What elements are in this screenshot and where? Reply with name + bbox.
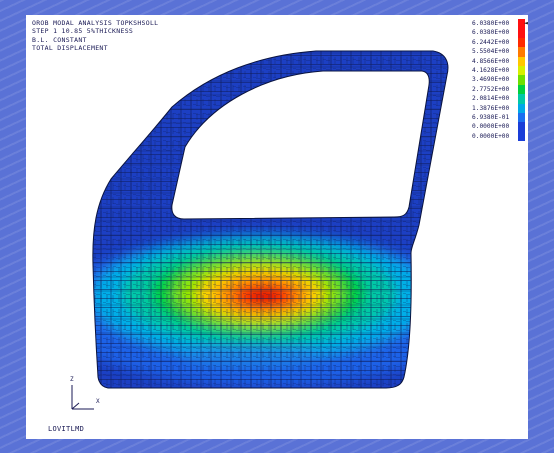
footer-label: LOVITLMD (48, 425, 85, 433)
axis-triad-icon (71, 385, 94, 410)
axis-x-label: X (96, 398, 100, 405)
fea-viewport: OROB MODAL ANALYSIS TOPKSHSOLL STEP 1 10… (26, 15, 528, 439)
axis-z-label: Z (70, 376, 74, 383)
door-model (71, 50, 449, 410)
